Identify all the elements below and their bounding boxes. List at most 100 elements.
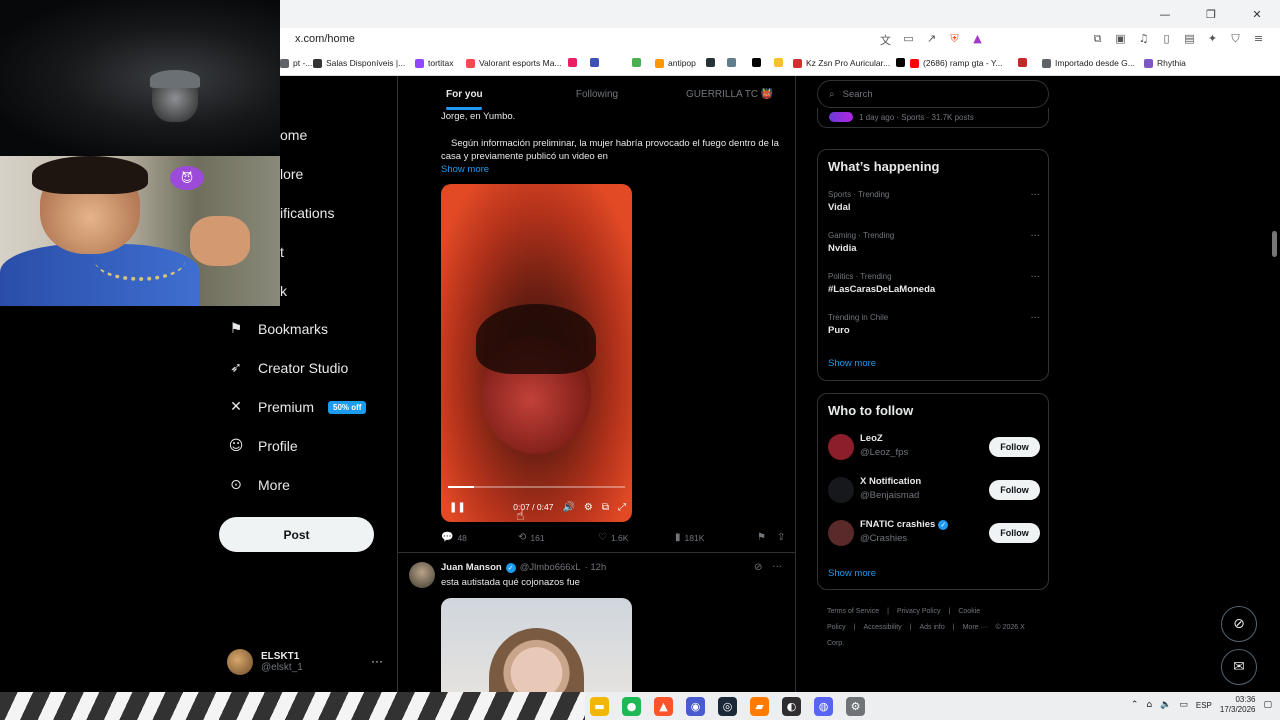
brave-icon[interactable]: ▲: [654, 697, 673, 716]
language-indicator[interactable]: ESP: [1196, 701, 1212, 710]
bookmark-item[interactable]: pt -...: [280, 58, 312, 68]
minimize-icon[interactable]: —: [1142, 0, 1188, 28]
bookmark-tweet-button[interactable]: ⚑: [757, 532, 777, 543]
close-icon[interactable]: ✕: [1234, 0, 1280, 28]
tab-for-you[interactable]: For you: [398, 76, 531, 112]
video-player[interactable]: ❚❚ 0:07 / 0:47 🔊 ⚙ ⧉ ⤢: [441, 184, 632, 522]
bookmark-item[interactable]: [568, 58, 577, 67]
footer-link[interactable]: Accessibility: [864, 624, 902, 631]
nav-notifications-partial[interactable]: ifications: [280, 205, 334, 221]
nav-explore-partial[interactable]: lore: [280, 166, 303, 182]
footer-link[interactable]: Ads info: [919, 624, 944, 631]
tweet-show-more-link[interactable]: Show more: [441, 164, 489, 175]
bookmark-item[interactable]: [774, 58, 783, 67]
messages-icon[interactable]: ✉: [1221, 649, 1257, 685]
volume-icon[interactable]: 🔈: [1160, 700, 1171, 710]
tab-guerrilla-tc[interactable]: GUERRILLA TC 👹: [663, 76, 796, 112]
grok-icon[interactable]: ⊘: [1221, 606, 1257, 642]
bookmark-item[interactable]: Importado desde G...: [1042, 58, 1135, 68]
cast-icon[interactable]: ▭: [901, 32, 916, 48]
tab-icon[interactable]: ▣: [1113, 32, 1128, 46]
address-bar[interactable]: x.com/home: [295, 33, 355, 45]
fullscreen-icon[interactable]: ⤢: [618, 502, 626, 513]
scrollbar[interactable]: [1272, 231, 1277, 257]
trend-card-partial[interactable]: 1 day ago · Sports · 31.7K posts: [817, 108, 1049, 128]
bookmark-item[interactable]: [706, 58, 715, 67]
app-icon[interactable]: ◉: [686, 697, 705, 716]
nav-home-partial[interactable]: ome: [280, 127, 307, 143]
pip-icon[interactable]: ⧉: [602, 502, 609, 513]
file-explorer-icon[interactable]: ▬: [590, 697, 609, 716]
tab-following[interactable]: Following: [531, 76, 664, 112]
tweet-author-handle[interactable]: @Jlmbo666xL: [520, 562, 581, 573]
nav-profile[interactable]: ☺ Profile: [228, 438, 298, 454]
bookmark-item[interactable]: Salas Disponíveis |...: [313, 58, 405, 68]
tweet-media[interactable]: [441, 598, 632, 698]
video-progress-bar[interactable]: [448, 486, 625, 488]
nav-chat-partial[interactable]: t: [280, 244, 284, 260]
menu-icon[interactable]: ≡: [1251, 32, 1266, 46]
account-switcher[interactable]: ELSKT1 @elskt_1: [227, 649, 303, 675]
bookmark-item[interactable]: Valorant esports Ma...: [466, 58, 562, 68]
vpn-icon[interactable]: ⛉: [1228, 32, 1243, 46]
volume-icon[interactable]: 🔊: [562, 502, 574, 513]
post-button[interactable]: Post: [219, 517, 374, 552]
network-icon[interactable]: ⌂: [1146, 700, 1152, 710]
clock[interactable]: 03:36 17/3/2026: [1220, 695, 1256, 715]
discord-icon[interactable]: ◍: [814, 697, 833, 716]
follow-button[interactable]: Follow: [989, 480, 1040, 500]
settings-icon[interactable]: ⚙: [584, 502, 593, 513]
search-input[interactable]: ⌕ Search: [817, 80, 1049, 108]
obs-icon[interactable]: ◐: [782, 697, 801, 716]
follow-suggestion[interactable]: FNATIC crashies ✓ @Crashies Follow: [828, 518, 1040, 548]
trend-item[interactable]: Sports · Trending Vidal ···: [828, 190, 1040, 213]
brave-shield-icon[interactable]: ⛨: [947, 32, 962, 48]
footer-link[interactable]: Terms of Service: [827, 608, 879, 615]
spotify-icon[interactable]: ●: [622, 697, 641, 716]
avatar[interactable]: [409, 562, 435, 588]
more-icon[interactable]: ···: [1030, 313, 1040, 324]
follow-suggestion[interactable]: LeoZ @Leoz_fps Follow: [828, 432, 1040, 462]
restore-icon[interactable]: ❐: [1188, 0, 1234, 28]
nav-creator-studio[interactable]: ➶ Creator Studio: [228, 360, 348, 376]
bookmark-item[interactable]: Kz Zsn Pro Auricular...: [793, 58, 890, 68]
repost-button[interactable]: ⟲ 161: [518, 532, 598, 543]
more-icon[interactable]: ···: [772, 562, 782, 573]
nav-premium[interactable]: ✕ Premium 50% off: [228, 399, 367, 415]
sidebar-icon[interactable]: ▯: [1159, 32, 1174, 46]
follow-show-more-link[interactable]: Show more: [828, 568, 876, 579]
bookmark-item[interactable]: (2686) ramp gta - Y...: [910, 58, 1003, 68]
bookmark-item[interactable]: [752, 58, 761, 67]
extensions-icon[interactable]: ⧉: [1090, 32, 1105, 46]
chevron-up-icon[interactable]: ⌃: [1131, 700, 1139, 710]
nav-grok-partial[interactable]: k: [280, 283, 287, 299]
wallet-icon[interactable]: ▤: [1182, 32, 1197, 46]
views-button[interactable]: ▮ 181K: [675, 532, 757, 543]
more-icon[interactable]: ···: [1030, 190, 1040, 201]
bookmark-item[interactable]: [590, 58, 599, 67]
bookmark-item[interactable]: antipop: [655, 58, 696, 68]
footer-link[interactable]: More ···: [963, 624, 988, 631]
share-tweet-button[interactable]: ⇪: [777, 532, 785, 543]
follow-button[interactable]: Follow: [989, 523, 1040, 543]
follow-suggestion[interactable]: X Notification @Benjaismad Follow: [828, 475, 1040, 505]
tweet-timestamp[interactable]: · 12h: [585, 562, 607, 573]
bookmark-item[interactable]: [727, 58, 736, 67]
bookmark-item[interactable]: tortitax: [415, 58, 454, 68]
footer-link[interactable]: Privacy Policy: [897, 608, 941, 615]
account-more-icon[interactable]: ···: [371, 654, 383, 668]
bookmark-item[interactable]: [896, 58, 905, 67]
battery-icon[interactable]: ▭: [1179, 700, 1188, 710]
brave-rewards-icon[interactable]: ▲: [970, 32, 985, 48]
reply-button[interactable]: 💬 48: [441, 532, 518, 543]
like-button[interactable]: ♡ 1.6K: [598, 532, 675, 543]
trend-item[interactable]: Gaming · Trending Nvidia ···: [828, 231, 1040, 254]
follow-button[interactable]: Follow: [989, 437, 1040, 457]
trends-show-more-link[interactable]: Show more: [828, 358, 876, 369]
bookmark-item[interactable]: [632, 58, 641, 67]
share-icon[interactable]: ↗: [924, 32, 939, 48]
notification-icon[interactable]: ▢: [1263, 700, 1272, 710]
tweet-author-name[interactable]: Juan Manson: [441, 562, 502, 573]
pause-icon[interactable]: ❚❚: [449, 502, 466, 513]
media-icon[interactable]: ♫: [1136, 32, 1151, 46]
